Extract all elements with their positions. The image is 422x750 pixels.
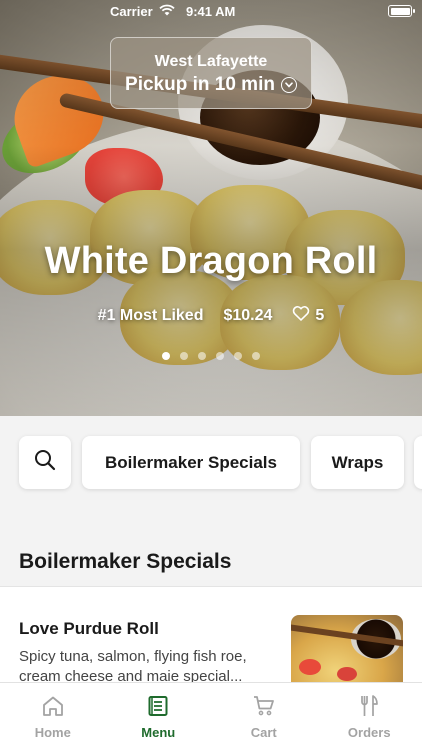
pickup-label: Pickup in 10 min [125,74,275,95]
category-search-button[interactable] [19,436,71,489]
hero-meta: #1 Most Liked $10.24 5 [0,305,422,326]
hero-likes-count: 5 [315,306,325,324]
tab-menu-label: Menu [141,725,176,740]
carousel-dots[interactable] [0,352,422,360]
status-bar: Carrier 9:41 AM [0,0,422,24]
tab-home[interactable]: Home [0,683,106,750]
chevron-down-icon [280,77,297,93]
location-selector[interactable]: West Lafayette Pickup in 10 min [110,37,312,109]
carousel-dot[interactable] [180,352,188,360]
hero-likes[interactable]: 5 [292,305,324,326]
wifi-icon [159,4,175,19]
tab-cart[interactable]: Cart [211,683,317,750]
hero-badge: #1 Most Liked [97,306,204,324]
carousel-dot[interactable] [216,352,224,360]
menu-icon [146,694,170,718]
menu-item-card[interactable]: Love Purdue Roll Spicy tuna, salmon, fly… [0,586,422,695]
category-chip-partial[interactable] [414,436,422,489]
tab-menu[interactable]: Menu [106,683,212,750]
carrier: Carrier [110,4,175,19]
carousel-dot[interactable] [162,352,170,360]
menu-item-name: Love Purdue Roll [19,619,159,638]
carousel-dot[interactable] [198,352,206,360]
location-name: West Lafayette [154,53,268,70]
carousel-dot[interactable] [252,352,260,360]
status-time: 9:41 AM [186,4,236,19]
hero-price: $10.24 [223,306,273,324]
section-title: Boilermaker Specials [19,550,232,573]
tab-cart-label: Cart [250,725,277,740]
cart-icon [252,694,276,718]
menu-item-description: Spicy tuna, salmon, flying fish roe, cre… [19,648,247,685]
tab-bar: Home Menu Cart Orders [0,682,422,750]
carousel-dot[interactable] [234,352,242,360]
search-icon [33,448,57,477]
carrier-label: Carrier [110,4,153,19]
tab-home-label: Home [34,725,71,740]
tab-orders-label: Orders [347,725,391,740]
category-bar: Boilermaker Specials Wraps [0,416,422,508]
tab-orders[interactable]: Orders [317,683,422,750]
home-icon [41,694,65,718]
category-chip[interactable]: Wraps [311,436,404,489]
pickup-time: Pickup in 10 min [111,74,311,96]
utensils-icon [357,694,381,718]
category-chip[interactable]: Boilermaker Specials [82,436,300,489]
heart-icon [292,305,310,326]
battery-icon [388,5,415,17]
hero-title: White Dragon Roll [44,240,378,282]
